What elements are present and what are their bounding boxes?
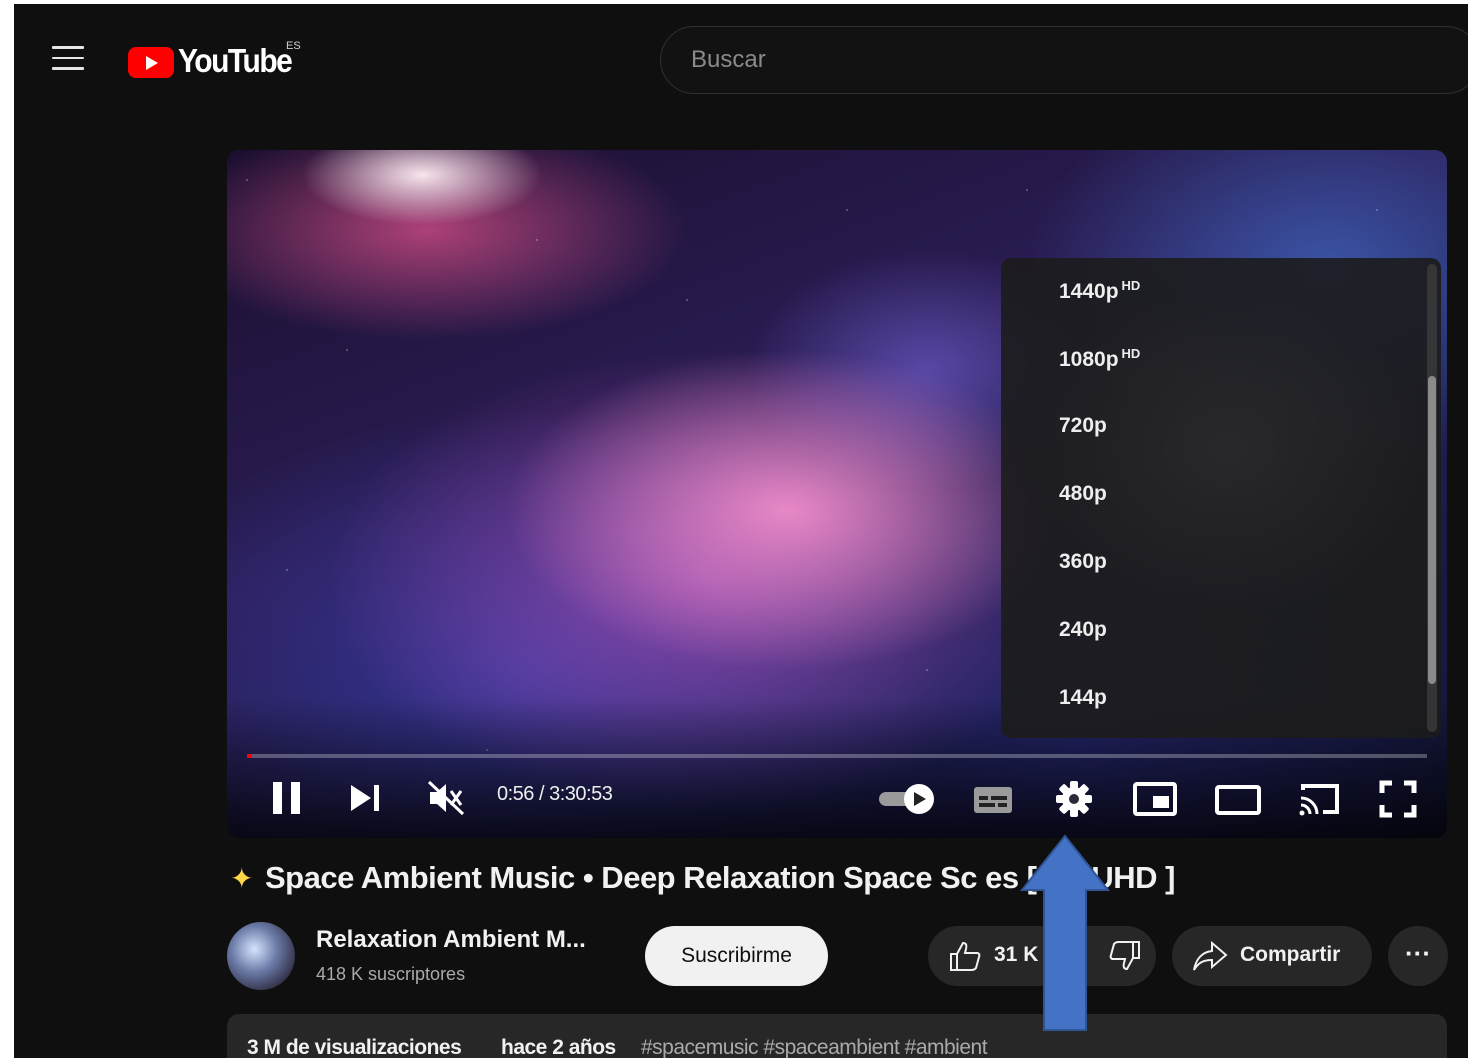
progress-bar[interactable] (247, 754, 1427, 758)
pause-icon[interactable] (271, 778, 303, 818)
share-icon (1193, 940, 1228, 971)
quality-option-240p[interactable]: 240p (1059, 618, 1107, 642)
next-icon[interactable] (349, 782, 383, 814)
time-display: 0:56 / 3:30:53 (497, 783, 613, 805)
hd-badge: HD (1121, 278, 1141, 293)
like-icon[interactable] (948, 940, 982, 972)
theater-icon[interactable] (1215, 784, 1261, 816)
sparkle-icon: ✦ (230, 863, 253, 894)
quality-option-480p[interactable]: 480p (1059, 482, 1107, 506)
miniplayer-icon[interactable] (1133, 782, 1177, 816)
gear-icon[interactable] (1055, 780, 1093, 818)
channel-avatar[interactable] (227, 922, 295, 990)
search-box[interactable] (660, 26, 1468, 94)
share-button[interactable]: Compartir (1172, 926, 1372, 986)
search-input[interactable] (689, 45, 1393, 75)
subtitles-icon[interactable] (973, 784, 1013, 816)
annotation-arrow-icon (1020, 834, 1110, 1031)
upload-date: hace 2 años (501, 1036, 616, 1058)
hashtags[interactable]: #spacemusic #spaceambient #ambient (641, 1036, 988, 1058)
hamburger-menu-icon[interactable] (52, 46, 84, 74)
subscribe-button[interactable]: Suscribirme (645, 926, 828, 986)
quality-option-360p[interactable]: 360p (1059, 550, 1107, 574)
description-box[interactable]: 3 M de visualizaciones hace 2 años #spac… (227, 1014, 1447, 1058)
youtube-play-logo-icon (128, 46, 174, 78)
share-label: Compartir (1240, 943, 1341, 966)
logo-text: YouTube (178, 43, 293, 80)
quality-option-720p[interactable]: 720p (1059, 414, 1107, 438)
youtube-logo[interactable]: YouTube (128, 43, 293, 80)
progress-played (247, 754, 253, 758)
youtube-page: YouTube ES 1440pHD 1080pHD 720p 480p 360… (14, 4, 1468, 1058)
video-player[interactable]: 1440p HD 1080p HD 720p 480p 360p 240p 144p… (227, 150, 1447, 838)
dislike-icon[interactable] (1108, 940, 1142, 972)
mute-icon[interactable] (427, 780, 465, 816)
cast-icon[interactable] (1297, 780, 1343, 818)
quality-option-1080p[interactable]: 1080p HD (1059, 346, 1140, 372)
quality-option-1440p[interactable]: 1440p HD (1059, 278, 1140, 304)
country-code: ES (286, 40, 301, 52)
more-actions-button[interactable]: ··· (1388, 926, 1448, 986)
menu-scrollbar-thumb[interactable] (1428, 376, 1436, 684)
fullscreen-icon[interactable] (1379, 780, 1417, 818)
quality-menu: 1440p HD 1080p HD 720p 480p 360p 240p 144p (1001, 258, 1441, 738)
quality-option-144p[interactable]: 144p (1059, 686, 1107, 710)
subscriber-count: 418 K suscriptores (316, 964, 466, 984)
view-count: 3 M de visualizaciones (247, 1036, 462, 1058)
channel-name[interactable]: Relaxation Ambient M... (316, 926, 586, 954)
hd-badge: HD (1121, 346, 1141, 361)
autoplay-toggle-icon[interactable] (877, 782, 939, 816)
